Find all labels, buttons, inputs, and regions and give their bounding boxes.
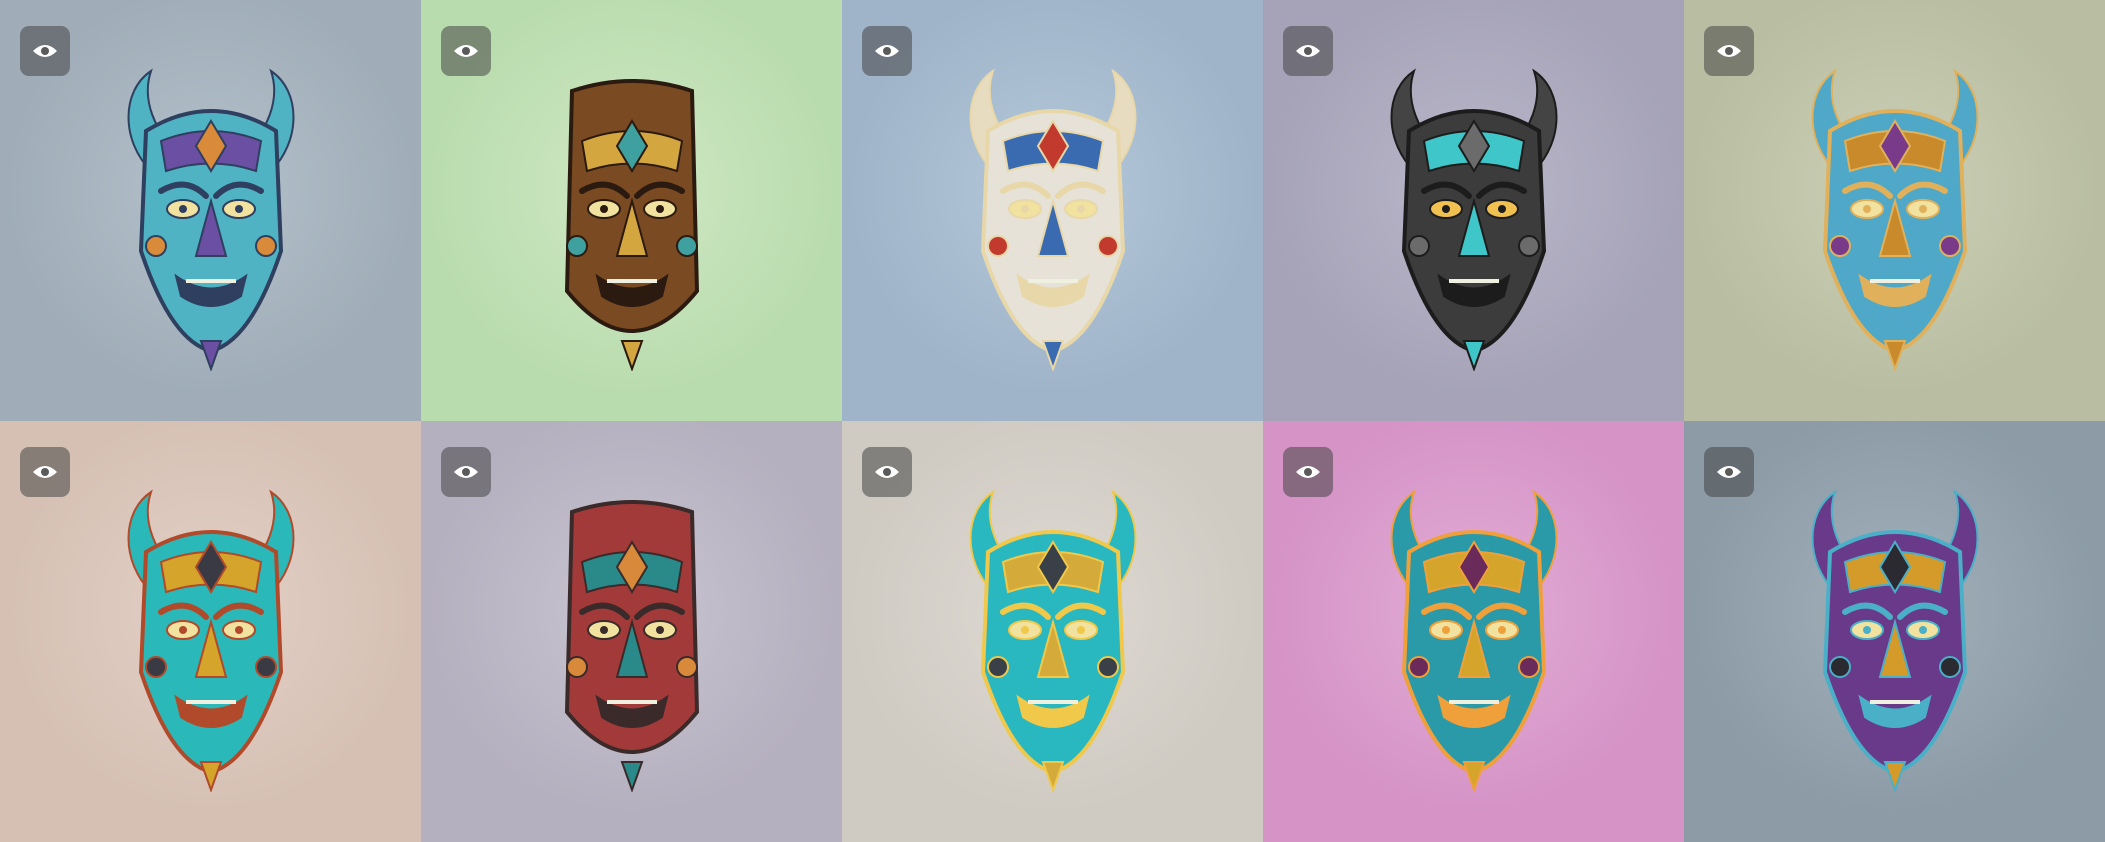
tribal-mask-illustration xyxy=(127,489,294,792)
preview-button[interactable] xyxy=(862,447,912,497)
preview-button[interactable] xyxy=(441,26,491,76)
preview-button[interactable] xyxy=(1283,26,1333,76)
preview-button[interactable] xyxy=(20,26,70,76)
gallery-tile[interactable] xyxy=(1684,0,2105,421)
eye-icon xyxy=(454,466,478,478)
preview-button[interactable] xyxy=(862,26,912,76)
eye-icon xyxy=(875,45,899,57)
preview-button[interactable] xyxy=(1704,26,1754,76)
tribal-mask-illustration xyxy=(1811,68,1978,371)
tribal-mask-illustration xyxy=(1390,68,1557,371)
eye-icon xyxy=(1296,466,1320,478)
tribal-mask-illustration xyxy=(1811,489,1978,792)
eye-icon xyxy=(875,466,899,478)
gallery-tile[interactable] xyxy=(1263,421,1684,842)
tribal-mask-illustration xyxy=(969,68,1136,371)
eye-icon xyxy=(1717,466,1741,478)
eye-icon xyxy=(33,45,57,57)
preview-button[interactable] xyxy=(1283,447,1333,497)
eye-icon xyxy=(1296,45,1320,57)
preview-button[interactable] xyxy=(20,447,70,497)
tribal-mask-illustration xyxy=(564,499,699,792)
tribal-mask-illustration xyxy=(1390,489,1557,792)
gallery-tile[interactable] xyxy=(842,421,1263,842)
eye-icon xyxy=(454,45,478,57)
preview-button[interactable] xyxy=(441,447,491,497)
tribal-mask-illustration xyxy=(564,78,699,371)
mask-gallery-grid xyxy=(0,0,2105,842)
gallery-tile[interactable] xyxy=(0,421,421,842)
gallery-tile[interactable] xyxy=(421,421,842,842)
tribal-mask-illustration xyxy=(127,68,294,371)
eye-icon xyxy=(1717,45,1741,57)
gallery-tile[interactable] xyxy=(0,0,421,421)
gallery-tile[interactable] xyxy=(421,0,842,421)
gallery-tile[interactable] xyxy=(1263,0,1684,421)
eye-icon xyxy=(33,466,57,478)
gallery-tile[interactable] xyxy=(1684,421,2105,842)
gallery-tile[interactable] xyxy=(842,0,1263,421)
preview-button[interactable] xyxy=(1704,447,1754,497)
tribal-mask-illustration xyxy=(969,489,1136,792)
